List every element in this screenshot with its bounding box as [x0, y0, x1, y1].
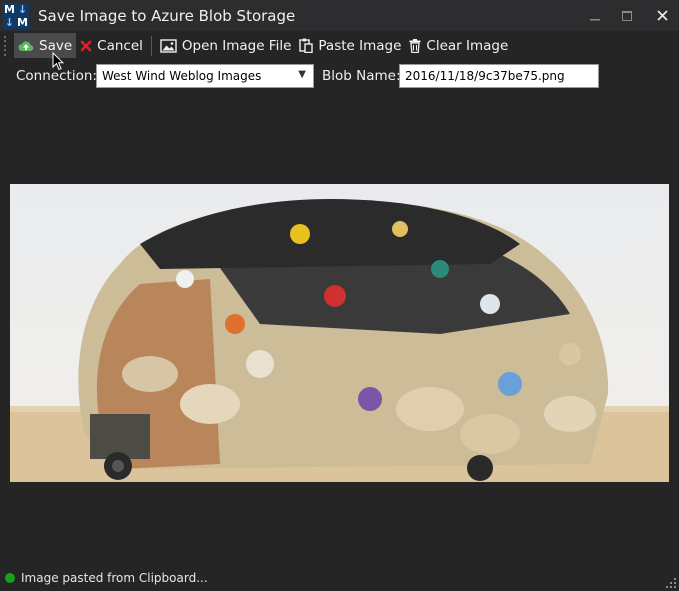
minimize-icon [590, 18, 600, 20]
toolbar-separator [150, 35, 152, 56]
close-icon [656, 10, 668, 21]
cancel-button[interactable]: Cancel [76, 33, 147, 58]
blob-name-label: Blob Name: [322, 68, 401, 84]
toolbar-grip[interactable] [4, 35, 10, 56]
clear-image-label: Clear Image [426, 37, 509, 54]
blob-name-input[interactable] [399, 64, 599, 88]
title-bar[interactable]: M ↓ ↓ M Save Image to Azure Blob Storage [0, 0, 679, 31]
clear-image-button[interactable]: Clear Image [405, 33, 512, 58]
paste-image-label: Paste Image [318, 37, 402, 54]
chevron-down-icon: ▼ [298, 69, 306, 80]
red-x-icon [80, 40, 92, 51]
status-bar: Image pasted from Clipboard... [0, 567, 679, 591]
minimize-button[interactable] [578, 0, 612, 31]
toolbar: Save Cancel Open Image File Paste Image … [0, 31, 679, 60]
connection-value: West Wind Weblog Images [102, 69, 262, 83]
resize-grip-icon[interactable] [665, 577, 677, 589]
maximize-button[interactable] [610, 0, 644, 31]
image-preview [10, 184, 669, 482]
connection-dropdown[interactable]: West Wind Weblog Images ▼ [96, 64, 314, 88]
cloud-upload-icon [18, 40, 34, 51]
status-indicator-icon [5, 573, 15, 583]
status-text: Image pasted from Clipboard... [21, 571, 208, 585]
form-row: Connection: West Wind Weblog Images ▼ Bl… [0, 62, 679, 90]
open-image-file-label: Open Image File [181, 37, 292, 54]
picture-icon [160, 38, 177, 53]
pasted-photo [10, 184, 669, 482]
open-image-file-button[interactable]: Open Image File [156, 33, 296, 58]
app-logo-icon: M ↓ ↓ M [3, 2, 29, 29]
close-button[interactable] [645, 0, 679, 31]
window-title: Save Image to Azure Blob Storage [38, 6, 296, 25]
maximize-icon [622, 10, 632, 21]
cancel-label: Cancel [97, 37, 143, 54]
trash-icon [409, 38, 421, 53]
paste-icon [299, 38, 314, 53]
paste-image-button[interactable]: Paste Image [295, 33, 405, 58]
save-button[interactable]: Save [14, 33, 77, 58]
mouse-cursor-icon [52, 52, 64, 71]
